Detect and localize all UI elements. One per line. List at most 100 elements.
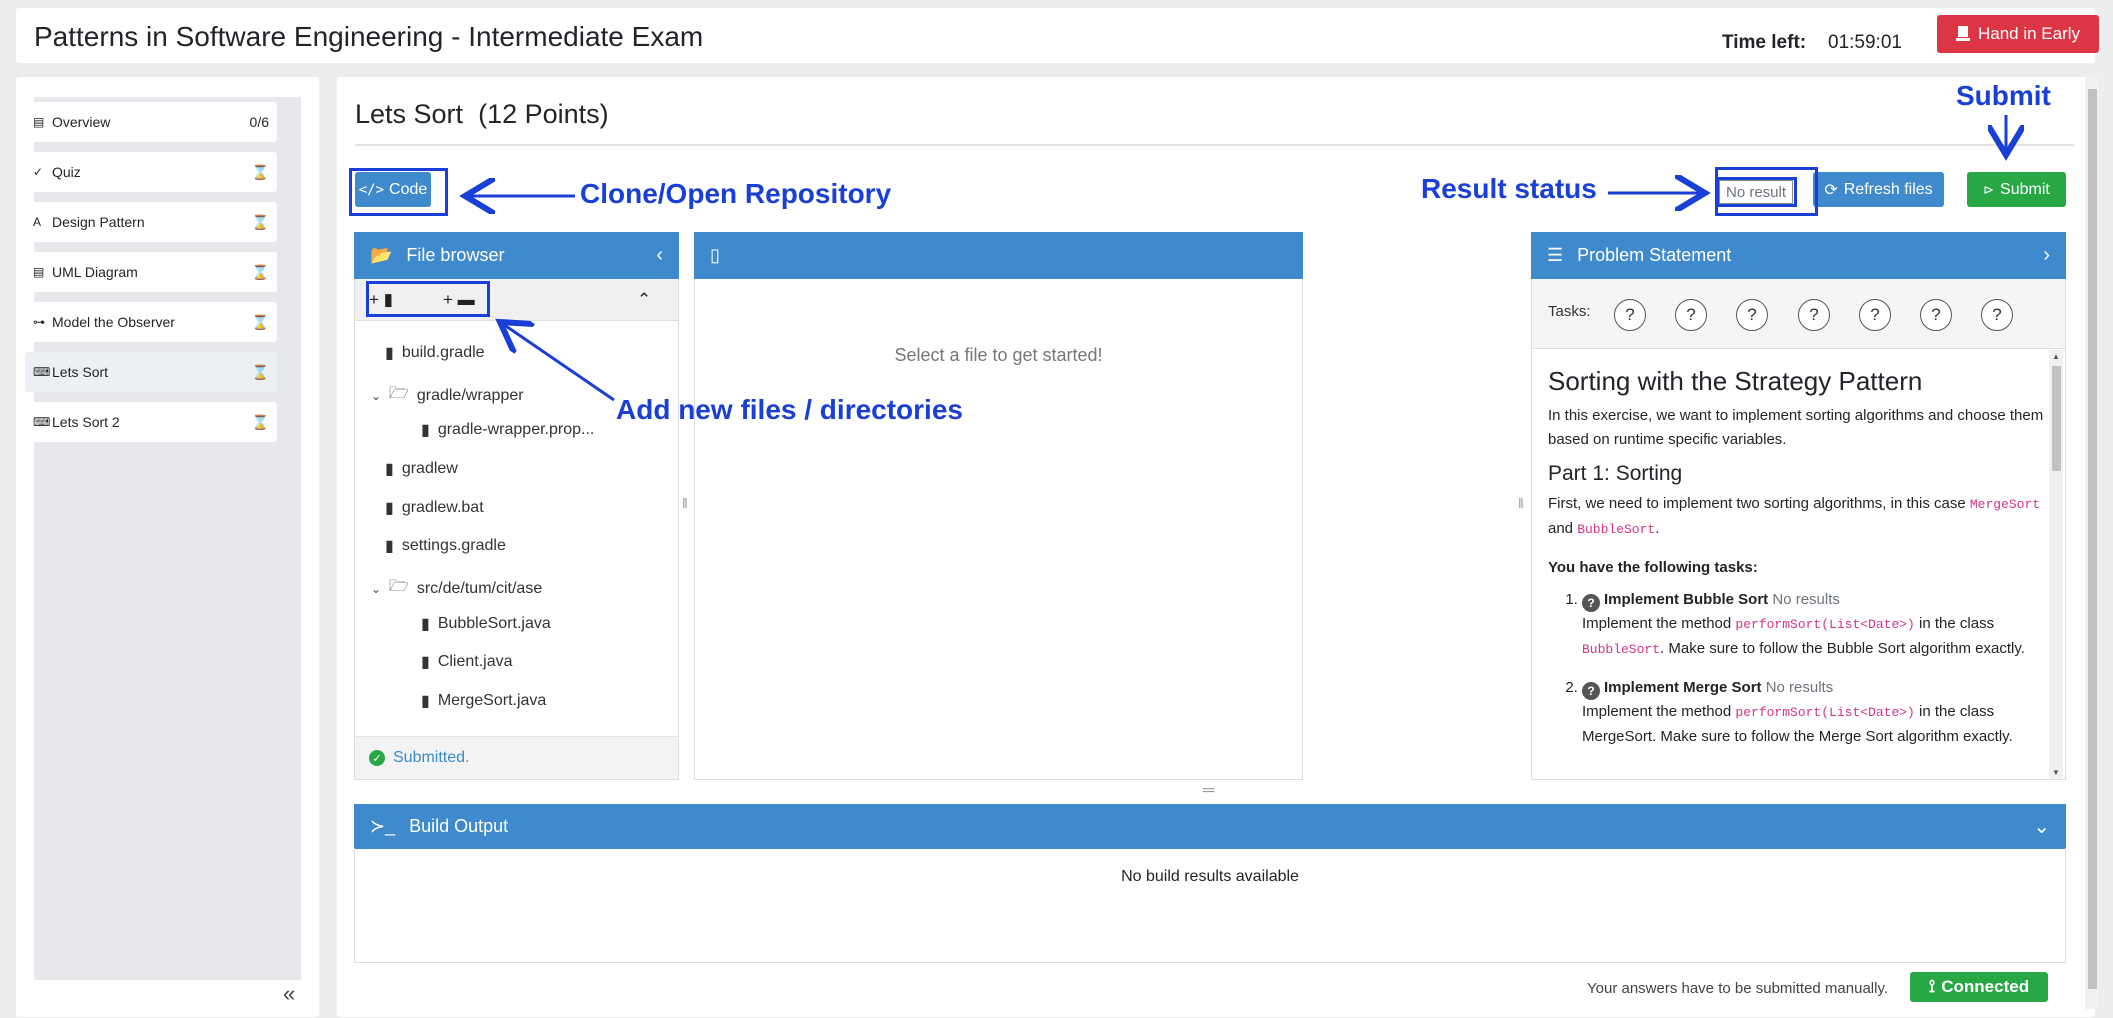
title-divider — [355, 144, 2074, 146]
inline-code: BubbleSort — [1582, 642, 1661, 657]
file-item[interactable]: ▮ gradlew.bat — [385, 498, 484, 518]
task-list: ?Implement Bubble Sort No results Implem… — [1548, 588, 2049, 749]
file-item[interactable]: ▮ BubbleSort.java — [421, 614, 551, 634]
top-bar: Patterns in Software Engineering - Inter… — [16, 8, 2099, 63]
annotation-submit: Submit — [1956, 80, 2051, 111]
hourglass-icon: ⌛ — [251, 163, 269, 180]
task-result: No results — [1765, 679, 1834, 696]
task-title: Implement Bubble Sort — [1604, 591, 1769, 608]
chevron-left-icon[interactable]: ‹ — [656, 244, 663, 267]
question-circle-icon: ? — [1582, 682, 1600, 700]
task-status-marker[interactable]: ? — [1981, 299, 2013, 331]
file-browser-header: 📂 File browser ‹ — [354, 232, 679, 279]
folder-item[interactable]: ⌄ 🗁 gradle/wrapper — [371, 382, 524, 409]
file-name: BubbleSort.java — [437, 615, 551, 632]
file-item[interactable]: ▮ gradlew — [385, 459, 458, 479]
keyboard-icon: ⌨ — [33, 415, 51, 429]
document-icon: ▤ — [33, 115, 45, 129]
check-double-icon: ✓ — [33, 165, 44, 179]
chevron-down-icon: ⌄ — [371, 388, 382, 403]
file-icon: ▮ — [385, 461, 394, 478]
file-item[interactable]: ▮ settings.gradle — [385, 536, 506, 556]
problem-scrollbar-thumb[interactable] — [2052, 366, 2061, 471]
file-item[interactable]: ▮ gradle-wrapper.prop... — [421, 420, 594, 440]
collapse-all-icon[interactable]: ⌃ — [637, 290, 651, 310]
text: MergeSort. Make sure to follow the Merge… — [1582, 728, 2013, 745]
folder-open-icon: 📂 — [370, 245, 393, 265]
chevron-down-icon[interactable]: ⌄ — [2033, 814, 2050, 839]
page-scrollbar[interactable] — [2085, 77, 2099, 1009]
folder-item[interactable]: ⌄ 🗁 src/de/tum/cit/ase — [371, 575, 542, 602]
problem-scrollbar[interactable]: ▲ ▼ — [2049, 350, 2063, 779]
task-status-marker[interactable]: ? — [1736, 299, 1768, 331]
task-status-marker[interactable]: ? — [1675, 299, 1707, 331]
build-output-header[interactable]: ≻_ Build Output ⌄ — [354, 804, 2066, 849]
file-icon: ▮ — [385, 345, 394, 362]
hand-in-early-button[interactable]: Hand in Early — [1937, 15, 2099, 53]
refresh-files-label: Refresh files — [1843, 180, 1933, 198]
tasks-label: Tasks: — [1548, 303, 1591, 320]
inline-code: performSort(List<Date>) — [1735, 705, 1915, 720]
resize-handle[interactable]: ‖ — [1518, 495, 1524, 511]
tasks-bar: Tasks: ? ? ? ? ? ? ? — [1532, 279, 2065, 349]
antenna-icon: ⟟ — [1928, 977, 1936, 996]
sidebar-item-uml-diagram[interactable]: ▤ UML Diagram ⌛ — [25, 252, 277, 292]
chevron-right-icon[interactable]: › — [2043, 244, 2050, 267]
sidebar-item-overview[interactable]: ▤ Overview 0/6 — [25, 102, 277, 142]
vertical-resize-handle[interactable]: ═ — [1203, 782, 1214, 800]
scroll-up-icon[interactable]: ▲ — [2052, 352, 2060, 361]
collapse-sidebar-button[interactable]: « — [283, 981, 295, 1007]
build-output-body: No build results available — [354, 848, 2066, 963]
inline-code: MergeSort — [1969, 497, 2041, 512]
problem-statement-panel: ☰ Problem Statement › Tasks: ? ? ? ? ? ?… — [1531, 232, 2066, 780]
file-item[interactable]: ▮ Client.java — [421, 652, 513, 672]
sidebar-item-label: Lets Sort — [52, 364, 109, 380]
text: First, we need to implement two sorting … — [1548, 495, 1966, 512]
hourglass-icon: ⌛ — [251, 413, 269, 430]
task-status-marker[interactable]: ? — [1859, 299, 1891, 331]
submission-status-text: Submitted. — [393, 749, 470, 766]
sidebar-item-lets-sort-2[interactable]: ⌨ Lets Sort 2 ⌛ — [25, 402, 277, 442]
sidebar-item-lets-sort[interactable]: ⌨ Lets Sort ⌛ — [25, 352, 277, 392]
check-circle-icon: ✓ — [369, 750, 385, 766]
hourglass-icon: ⌛ — [251, 213, 269, 230]
file-icon: ▮ — [421, 422, 430, 439]
task-title: Implement Merge Sort — [1604, 679, 1762, 696]
sidebar-item-quiz[interactable]: ✓ Quiz ⌛ — [25, 152, 277, 192]
hourglass-icon: ⌛ — [251, 313, 269, 330]
file-browser-title: File browser — [406, 245, 505, 265]
file-icon: ▮ — [421, 693, 430, 710]
file-item[interactable]: ▮ MergeSort.java — [421, 691, 546, 711]
file-outline-icon: ▯ — [710, 245, 720, 265]
sidebar-item-model-the-observer[interactable]: ⊶ Model the Observer ⌛ — [25, 302, 277, 342]
submission-status: ✓ Submitted. — [355, 736, 678, 779]
exercise-main-area: Lets Sort (12 Points) </> Code No result… — [337, 77, 2095, 1017]
problem-statement-body: Sorting with the Strategy Pattern In thi… — [1532, 350, 2065, 779]
scroll-down-icon[interactable]: ▼ — [2052, 768, 2060, 777]
resize-handle[interactable]: ‖ — [682, 495, 688, 511]
file-icon: ▮ — [385, 500, 394, 517]
page-scrollbar-thumb[interactable] — [2088, 89, 2097, 989]
file-item[interactable]: ▮ build.gradle — [385, 343, 485, 363]
hourglass-icon: ⌛ — [251, 363, 269, 380]
file-icon: ▮ — [421, 616, 430, 633]
terminal-icon: ≻_ — [370, 816, 396, 836]
folder-open-icon: 🗁 — [389, 578, 409, 595]
diagram-icon: ⊶ — [33, 315, 45, 329]
build-output-title: Build Output — [409, 816, 509, 836]
text: in the class — [1919, 703, 1995, 720]
time-left-label: Time left: — [1722, 32, 1807, 53]
task-status-marker[interactable]: ? — [1614, 299, 1646, 331]
task-status-marker[interactable]: ? — [1798, 299, 1830, 331]
connection-status-button[interactable]: ⟟ Connected — [1910, 972, 2048, 1002]
exercise-points: (12 Points) — [478, 99, 609, 129]
refresh-files-button[interactable]: ⟳ Refresh files — [1813, 172, 1944, 207]
text: . — [1655, 520, 1660, 537]
question-circle-icon: ? — [1582, 594, 1600, 612]
task-item: ?Implement Merge Sort No results Impleme… — [1582, 676, 2049, 749]
submit-button[interactable]: ⊳ Submit — [1967, 172, 2066, 207]
sidebar-item-design-pattern[interactable]: A Design Pattern ⌛ — [25, 202, 277, 242]
task-result: No results — [1772, 591, 1840, 608]
file-name: gradle-wrapper.prop... — [437, 421, 595, 438]
task-status-marker[interactable]: ? — [1920, 299, 1952, 331]
